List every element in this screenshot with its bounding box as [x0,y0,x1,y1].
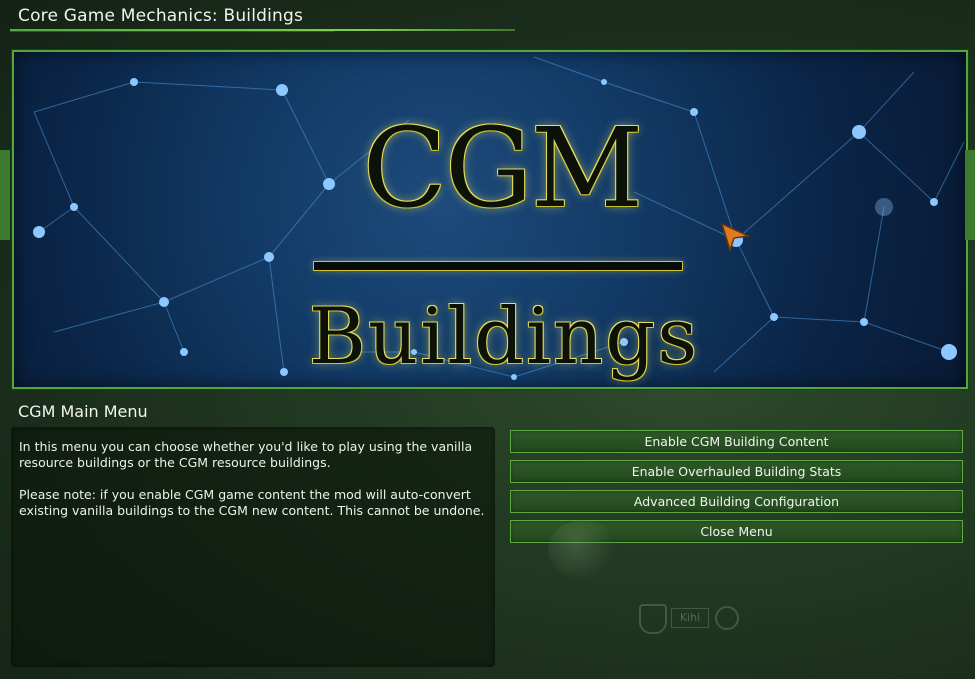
description-panel: In this menu you can choose whether you'… [11,427,495,667]
enable-overhauled-building-stats-button[interactable]: Enable Overhauled Building Stats [510,460,963,483]
window-title: Core Game Mechanics: Buildings [18,6,304,26]
cgm-banner: CGM Buildings [12,50,968,389]
description-paragraph-2: Please note: if you enable CGM game cont… [19,487,485,518]
background-widget-label: Kihl [671,608,709,628]
banner-frame-left [0,150,10,240]
banner-frame-right [965,150,975,240]
cgm-logo-text: CGM [362,104,644,232]
shield-icon [639,604,667,634]
background-empire-widget: Kihl [635,600,740,634]
logo-divider [314,262,682,270]
window-title-bar: Core Game Mechanics: Buildings [0,0,975,34]
background-planet [548,520,618,580]
advanced-building-configuration-button[interactable]: Advanced Building Configuration [510,490,963,513]
title-underline-shadow [10,31,335,32]
knot-icon [715,606,739,630]
menu-title: CGM Main Menu [18,402,148,421]
arrow-cursor-icon [720,222,750,252]
buildings-logo-text: Buildings [308,292,700,382]
enable-cgm-building-content-button[interactable]: Enable CGM Building Content [510,430,963,453]
description-paragraph-1: In this menu you can choose whether you'… [19,439,473,470]
